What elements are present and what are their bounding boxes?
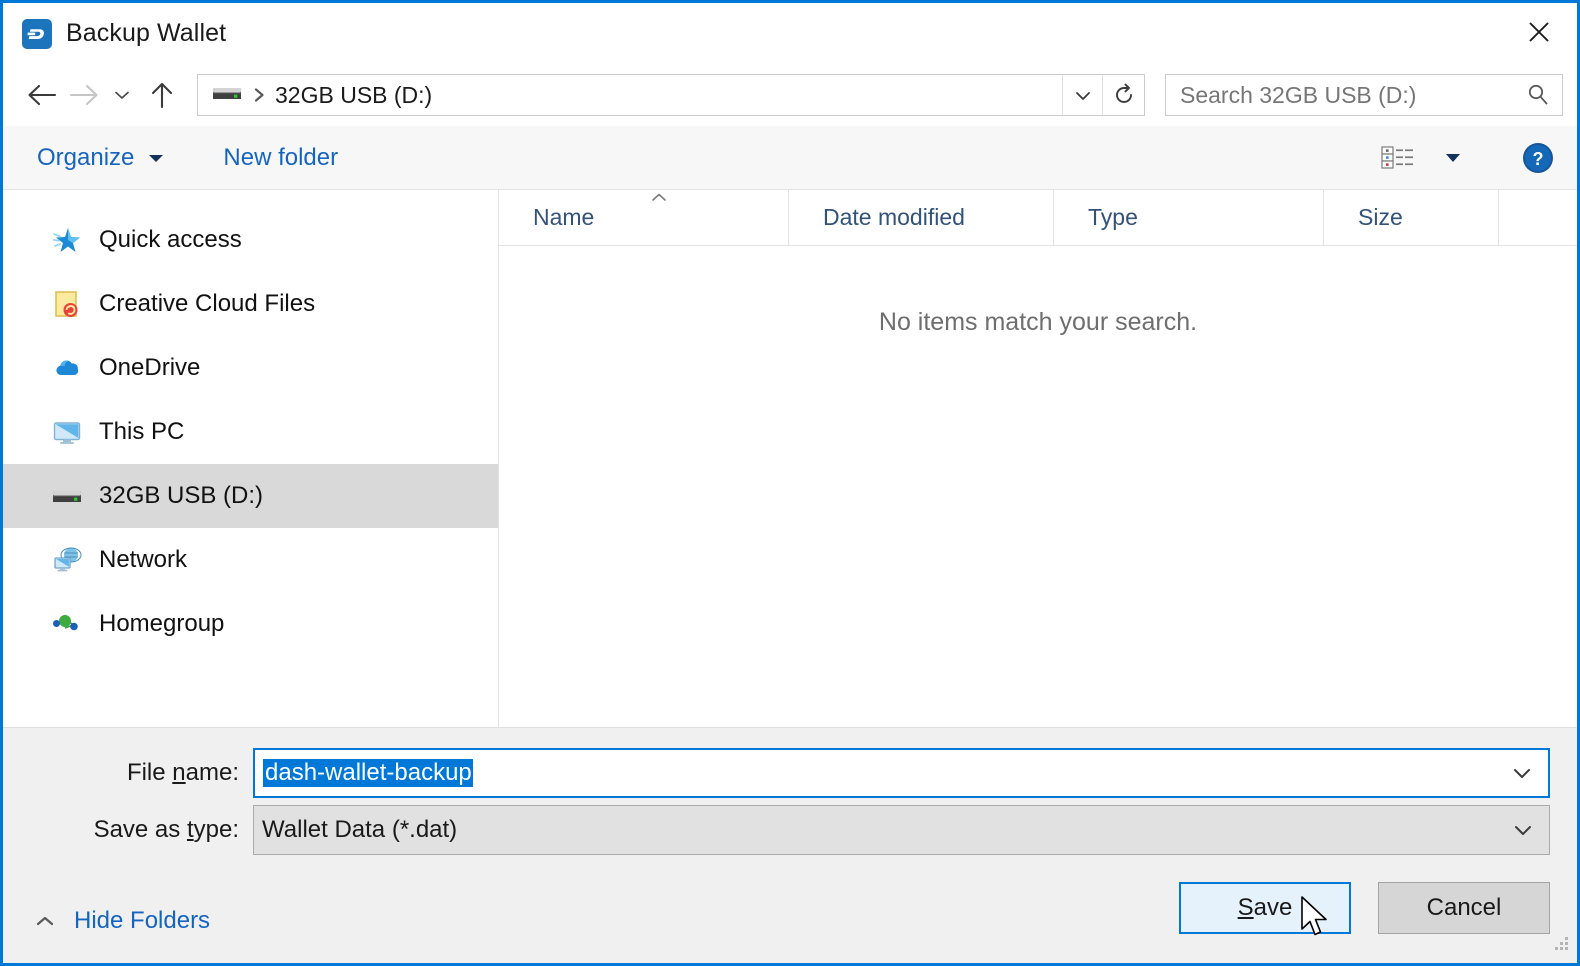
filetype-label-accel: t: [186, 816, 194, 843]
sidebar-item-label: This PC: [99, 418, 185, 445]
view-options-caret-down-icon[interactable]: [1443, 151, 1463, 164]
search-placeholder: Search 32GB USB (D:): [1180, 81, 1417, 108]
close-icon[interactable]: [1511, 3, 1567, 61]
hide-folders-label: Hide Folders: [74, 907, 211, 934]
save-label-accel: S: [1237, 894, 1254, 921]
filename-label-accel: n: [172, 759, 186, 786]
arrow-left-icon[interactable]: [21, 74, 63, 116]
sidebar-item-onedrive[interactable]: OneDrive: [3, 336, 498, 400]
svg-text:?: ?: [1533, 149, 1544, 169]
address-bar[interactable]: 32GB USB (D:): [197, 74, 1145, 116]
dialog-buttons: Save Cancel: [1179, 882, 1550, 934]
filetype-row: Save as type: Wallet Data (*.dat): [3, 805, 1577, 855]
search-icon[interactable]: [1514, 82, 1562, 108]
breadcrumb[interactable]: 32GB USB (D:): [198, 75, 1062, 115]
sidebar-item-label: Network: [99, 546, 188, 573]
caret-up-icon: [33, 914, 57, 928]
caret-down-icon: [147, 152, 165, 164]
filename-label: File name:: [3, 759, 253, 787]
new-folder-button[interactable]: New folder: [223, 126, 338, 189]
filetype-label-pre: Save as: [93, 816, 187, 843]
filename-row: File name: dash-wallet-backup: [3, 748, 1577, 798]
sidebar-item-label: Creative Cloud Files: [99, 290, 316, 317]
breadcrumb-current-path: 32GB USB (D:): [275, 81, 433, 108]
column-header-label: Type: [1088, 204, 1138, 230]
navigation-bar: 32GB USB (D:) Search 32GB USB (D:): [3, 64, 1577, 126]
help-icon[interactable]: ?: [1521, 141, 1555, 175]
sidebar-item-network[interactable]: Network: [3, 528, 498, 592]
backup-wallet-save-dialog: Backup Wallet 32GB USB (D:) Search 32GB …: [0, 0, 1580, 966]
usb-drive-icon: [212, 83, 242, 108]
star-icon: [51, 224, 83, 256]
organize-label: Organize: [37, 143, 135, 171]
filename-value: dash-wallet-backup: [263, 759, 473, 787]
window-title: Backup Wallet: [66, 19, 227, 47]
address-dropdown-chevron-down-icon[interactable]: [1062, 75, 1102, 115]
sidebar-item-homegroup[interactable]: Homegroup: [3, 592, 498, 656]
sidebar-item-label: 32GB USB (D:): [99, 482, 264, 509]
dash-logo-icon: [22, 18, 52, 49]
refresh-icon[interactable]: [1102, 75, 1144, 115]
filename-value-wrap: dash-wallet-backup: [255, 759, 1496, 787]
save-label: Save: [1238, 894, 1293, 922]
column-header-name[interactable]: Name: [499, 190, 789, 245]
sidebar-item-quick-access[interactable]: Quick access: [3, 208, 498, 272]
breadcrumb-chevron-right-icon: [253, 87, 266, 103]
column-header-size[interactable]: Size: [1324, 190, 1499, 245]
sidebar-item-label: Quick access: [99, 226, 242, 253]
recent-locations-chevron-down-icon[interactable]: [105, 74, 139, 116]
file-list-pane: Name Date modified Type Size No items ma…: [499, 190, 1577, 727]
column-header-label: Date modified: [823, 204, 965, 230]
column-headers: Name Date modified Type Size: [499, 190, 1577, 246]
empty-list-message: No items match your search.: [878, 308, 1198, 336]
arrow-right-icon: [63, 74, 105, 116]
sidebar-item-32gb-usb-d[interactable]: 32GB USB (D:): [3, 464, 498, 528]
sidebar-item-creative-cloud-files[interactable]: Creative Cloud Files: [3, 272, 498, 336]
change-view-icon[interactable]: [1381, 143, 1415, 173]
cancel-label: Cancel: [1426, 894, 1502, 921]
column-header-type[interactable]: Type: [1054, 190, 1324, 245]
save-label-post: ave: [1253, 894, 1293, 921]
filetype-label-post: ype:: [193, 816, 239, 843]
dialog-body: Quick access Creative Cloud Files OneDri…: [3, 190, 1577, 727]
search-input[interactable]: Search 32GB USB (D:): [1165, 74, 1563, 116]
filetype-chevron-down-icon[interactable]: [1497, 822, 1549, 838]
column-header-date-modified[interactable]: Date modified: [789, 190, 1054, 245]
organize-button[interactable]: Organize: [37, 126, 165, 189]
usb-drive-icon: [51, 480, 83, 512]
monitor-icon: [51, 416, 83, 448]
filetype-label: Save as type:: [3, 816, 253, 844]
column-header-label: Size: [1358, 204, 1403, 230]
cancel-button[interactable]: Cancel: [1378, 882, 1550, 934]
network-icon: [51, 544, 83, 576]
navigation-pane: Quick access Creative Cloud Files OneDri…: [3, 190, 499, 727]
hide-folders-button[interactable]: Hide Folders: [33, 907, 210, 935]
resize-grip-icon[interactable]: [1553, 935, 1571, 958]
filetype-value: Wallet Data (*.dat): [262, 816, 458, 843]
arrow-up-icon[interactable]: [141, 74, 183, 116]
filetype-select[interactable]: Wallet Data (*.dat): [253, 805, 1550, 855]
filename-label-pre: File: [126, 759, 173, 786]
cloud-icon: [51, 352, 83, 384]
sidebar-item-label: Homegroup: [99, 610, 225, 637]
filename-input[interactable]: dash-wallet-backup: [253, 748, 1550, 798]
column-header-label: Name: [533, 204, 595, 230]
homegroup-icon: [51, 608, 83, 640]
creative-cloud-icon: [51, 288, 83, 320]
sort-ascending-caret-up-icon: [649, 191, 669, 203]
filename-chevron-down-icon[interactable]: [1496, 765, 1548, 781]
save-form-panel: File name: dash-wallet-backup Save as ty…: [3, 727, 1577, 963]
filename-label-post: ame:: [185, 759, 239, 786]
new-folder-label: New folder: [223, 143, 339, 171]
sidebar-item-label: OneDrive: [99, 354, 201, 381]
command-toolbar: Organize New folder ?: [3, 126, 1577, 190]
save-button[interactable]: Save: [1179, 882, 1351, 934]
sidebar-item-this-pc[interactable]: This PC: [3, 400, 498, 464]
title-bar: Backup Wallet: [3, 3, 1577, 64]
